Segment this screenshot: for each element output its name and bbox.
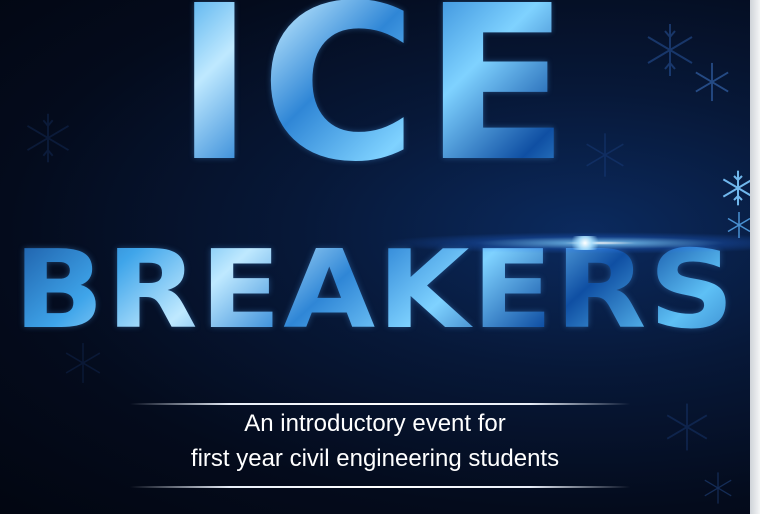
divider-top — [130, 403, 630, 405]
title-ice: ICE — [0, 0, 750, 210]
event-poster: ICE BREAKERS An introductory event for f… — [0, 0, 750, 514]
subtitle-line-1: An introductory event for — [244, 410, 506, 437]
snowflake-icon — [704, 472, 732, 504]
lens-flare-core — [568, 236, 602, 250]
page-edge — [750, 0, 760, 514]
subtitle-line-2: first year civil engineering students — [190, 445, 560, 472]
divider-bottom — [130, 486, 630, 488]
lens-flare — [380, 232, 750, 254]
